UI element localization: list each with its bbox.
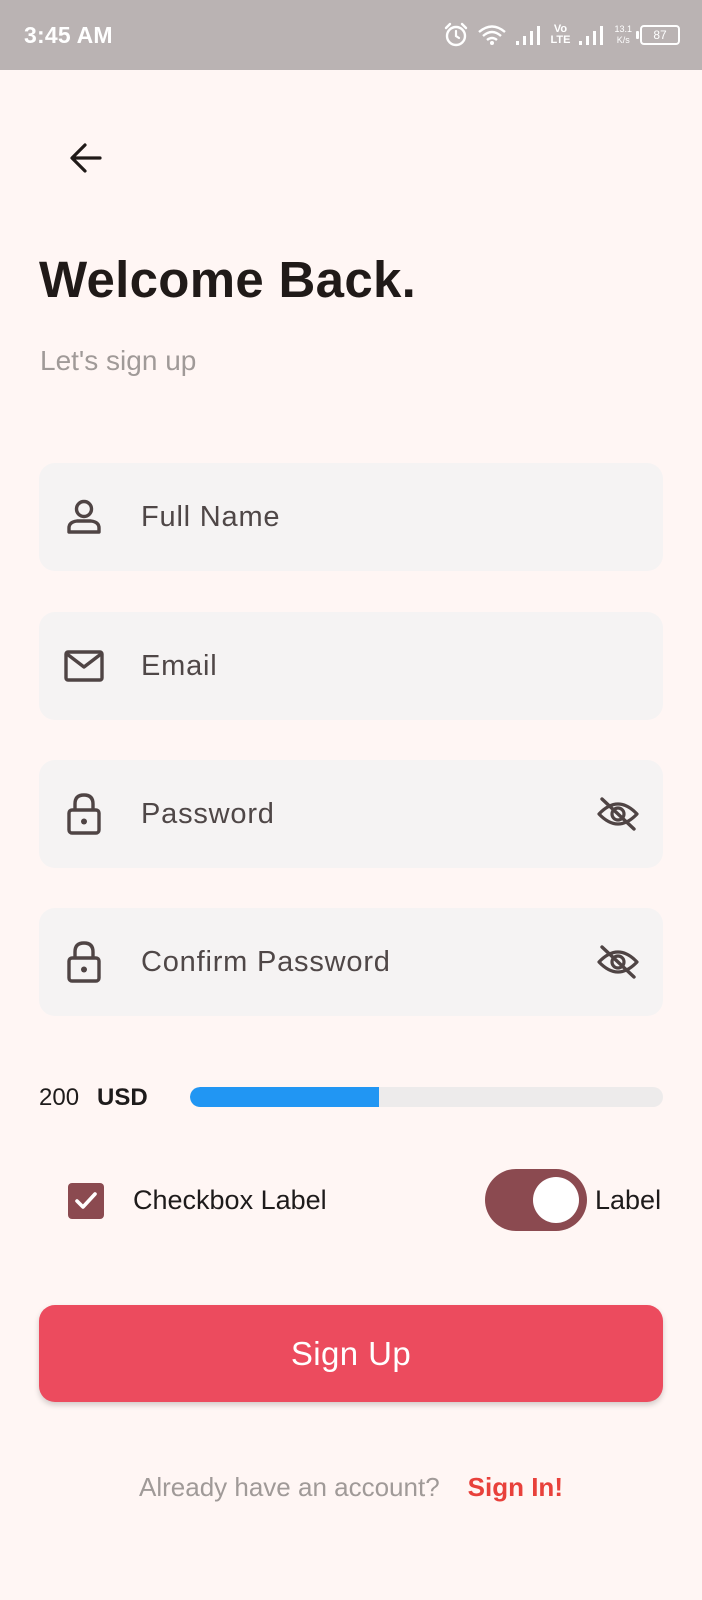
confirm-password-field[interactable] bbox=[39, 908, 663, 1016]
progress-bar bbox=[190, 1087, 663, 1107]
sign-in-link[interactable]: Sign In! bbox=[468, 1472, 563, 1502]
arrow-left-icon bbox=[70, 143, 102, 173]
battery-icon: 87 bbox=[636, 25, 680, 45]
speed-value: 13.1 bbox=[614, 24, 632, 34]
signal-icon bbox=[515, 26, 540, 45]
currency-label: USD bbox=[97, 1084, 148, 1111]
lock-icon bbox=[63, 941, 105, 983]
lte-text: LTE bbox=[550, 34, 571, 46]
page-title: Welcome Back. bbox=[39, 251, 417, 308]
eye-off-icon[interactable] bbox=[595, 793, 641, 835]
mail-icon bbox=[63, 645, 105, 687]
vo-lte-indicator: Vo LTE bbox=[551, 24, 571, 46]
password-field[interactable] bbox=[39, 760, 663, 868]
network-speed: 13.1 K/s bbox=[614, 24, 632, 46]
person-icon bbox=[63, 496, 105, 538]
checkbox[interactable] bbox=[68, 1183, 104, 1219]
full-name-input[interactable] bbox=[141, 463, 571, 571]
status-bar: 3:45 AM Vo LTE 13.1 K/s 87 bbox=[0, 0, 702, 70]
toggle-switch[interactable] bbox=[485, 1169, 587, 1231]
checkbox-label: Checkbox Label bbox=[133, 1185, 327, 1215]
signal-icon-2 bbox=[579, 26, 604, 45]
switch-label: Label bbox=[595, 1185, 662, 1215]
confirm-password-input[interactable] bbox=[141, 908, 571, 1016]
sign-up-button[interactable]: Sign Up bbox=[39, 1305, 663, 1402]
amount-value: 200 bbox=[39, 1084, 80, 1111]
already-have-account-text: Already have an account? bbox=[139, 1472, 440, 1502]
check-icon bbox=[75, 1192, 97, 1209]
progress-fill bbox=[190, 1087, 380, 1107]
speed-unit: K/s bbox=[616, 35, 630, 45]
email-field[interactable] bbox=[39, 612, 663, 720]
wifi-icon bbox=[477, 25, 506, 45]
lock-icon bbox=[63, 793, 105, 835]
page-subtitle: Let's sign up bbox=[40, 345, 197, 376]
status-time: 3:45 AM bbox=[24, 22, 113, 48]
amount-progress-row: 200 USD bbox=[39, 1080, 663, 1116]
switch-knob bbox=[533, 1177, 579, 1223]
full-name-field[interactable] bbox=[39, 463, 663, 571]
password-input[interactable] bbox=[141, 760, 571, 868]
back-button[interactable] bbox=[56, 128, 116, 188]
status-icons: Vo LTE 13.1 K/s 87 bbox=[443, 18, 680, 52]
signin-prompt: Already have an account? Sign In! bbox=[0, 1472, 702, 1503]
alarm-icon bbox=[444, 22, 467, 47]
eye-off-icon[interactable] bbox=[595, 941, 641, 983]
email-input[interactable] bbox=[141, 612, 571, 720]
